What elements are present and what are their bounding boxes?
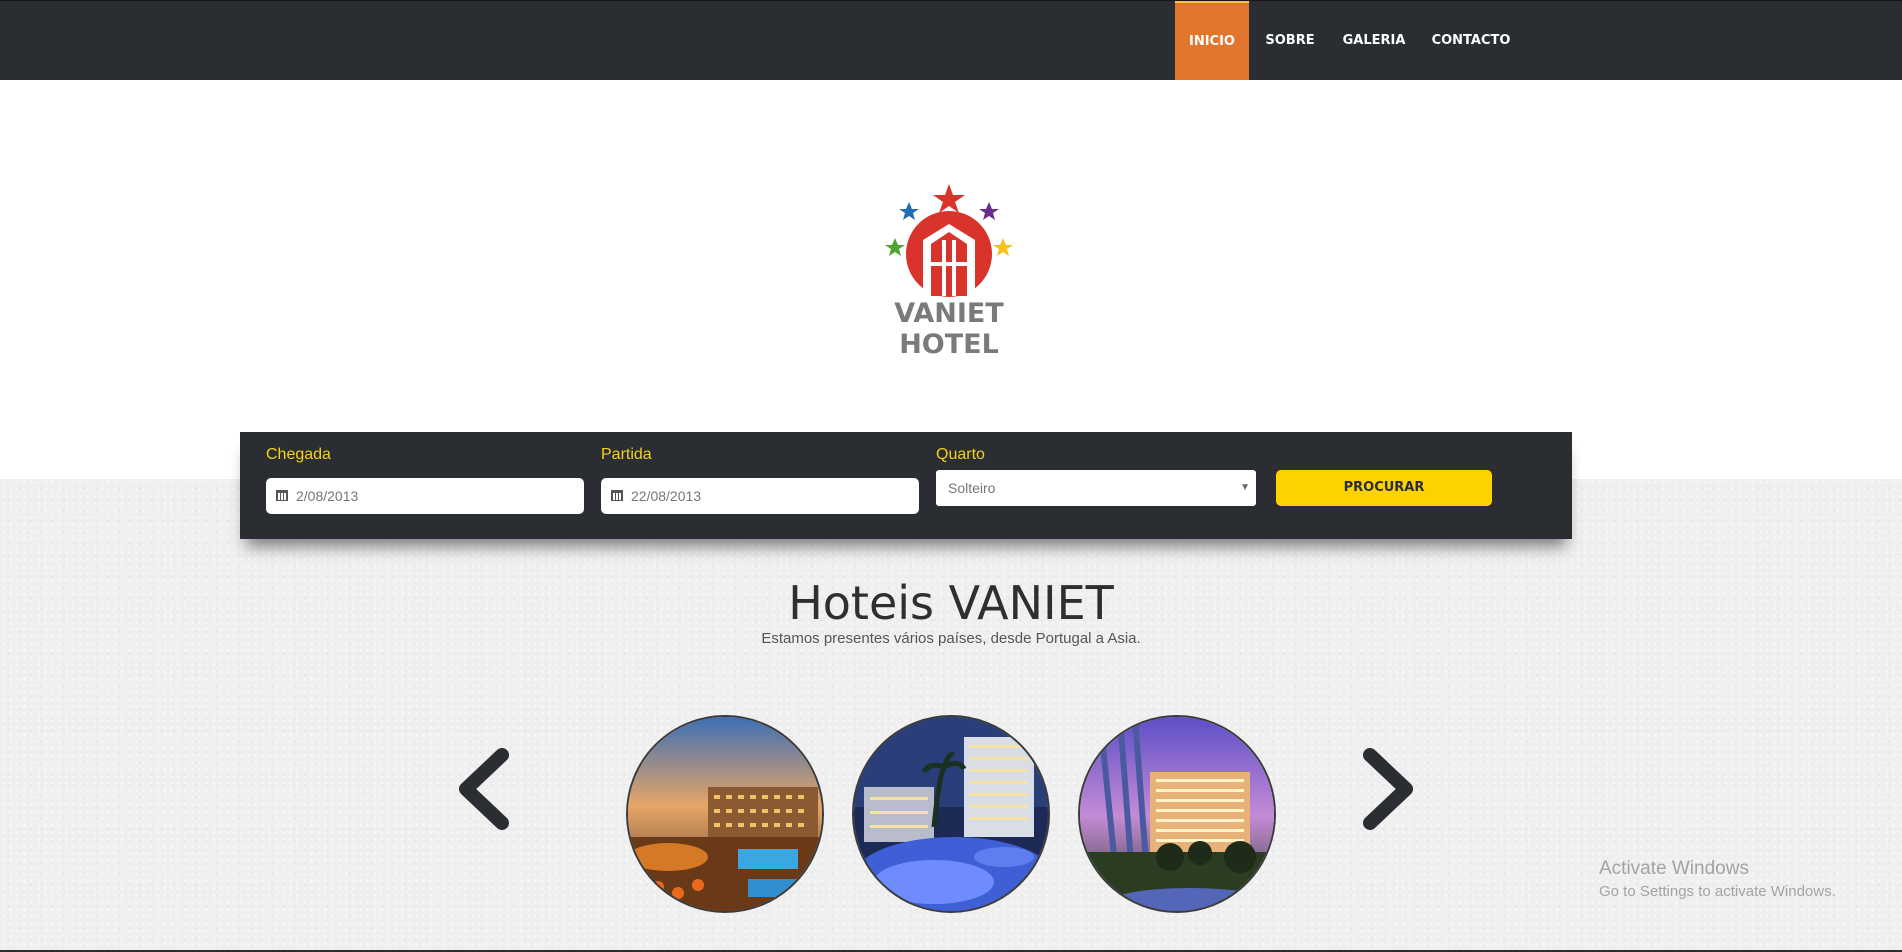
star-icon <box>933 184 965 213</box>
activation-watermark-subtitle: Go to Settings to activate Windows. <box>1599 883 1836 900</box>
nav-item-galeria[interactable]: GALERIA <box>1331 1 1417 80</box>
hotel-photo-2[interactable] <box>852 715 1050 913</box>
logo-text: VANIET HOTEL <box>894 298 1004 360</box>
hotel-photo-image <box>854 717 1048 911</box>
departure-label: Partida <box>601 446 652 463</box>
star-icon <box>979 202 999 220</box>
room-select-value: Solteiro <box>948 480 996 496</box>
arrival-date-value: 2/08/2013 <box>296 488 359 504</box>
page-title: Hoteis VANIET <box>788 576 1114 630</box>
star-icon <box>899 202 919 220</box>
carousel-next-button[interactable] <box>1352 745 1422 835</box>
departure-date-value: 22/08/2013 <box>631 488 702 504</box>
room-label: Quarto <box>936 446 985 463</box>
arrival-label: Chegada <box>266 446 331 463</box>
logo-emblem-icon <box>885 184 1013 297</box>
chevron-left-icon <box>459 748 509 830</box>
hotel-logo[interactable]: VANIET HOTEL <box>843 178 1055 360</box>
activation-watermark-title: Activate Windows <box>1599 858 1749 879</box>
calendar-icon <box>276 490 288 501</box>
nav-item-inicio[interactable]: INICIO <box>1175 1 1249 80</box>
booking-search-bar: Chegada 2/08/2013 Partida 22/08/2013 Qua… <box>240 432 1572 539</box>
carousel-prev-button[interactable] <box>450 745 520 835</box>
hotel-photo-image <box>628 717 822 911</box>
hotel-photo-image <box>1080 717 1274 911</box>
departure-date-input[interactable]: 22/08/2013 <box>601 478 919 514</box>
hotel-photo-1[interactable] <box>626 715 824 913</box>
calendar-icon <box>611 490 623 501</box>
hotel-photo-3[interactable] <box>1078 715 1276 913</box>
room-select[interactable]: Solteiro ▼ <box>936 470 1256 506</box>
search-button[interactable]: PROCURAR <box>1276 470 1492 506</box>
page-subtitle: Estamos presentes vários países, desde P… <box>761 630 1141 647</box>
arrival-date-input[interactable]: 2/08/2013 <box>266 478 584 514</box>
chevron-right-icon <box>1363 748 1413 830</box>
nav-item-contacto[interactable]: CONTACTO <box>1417 1 1525 80</box>
star-icon <box>993 238 1013 256</box>
top-navbar: INICIO SOBRE GALERIA CONTACTO <box>0 0 1902 80</box>
chevron-down-icon: ▼ <box>1240 482 1250 493</box>
star-icon <box>885 238 905 256</box>
nav-item-sobre[interactable]: SOBRE <box>1249 1 1331 80</box>
